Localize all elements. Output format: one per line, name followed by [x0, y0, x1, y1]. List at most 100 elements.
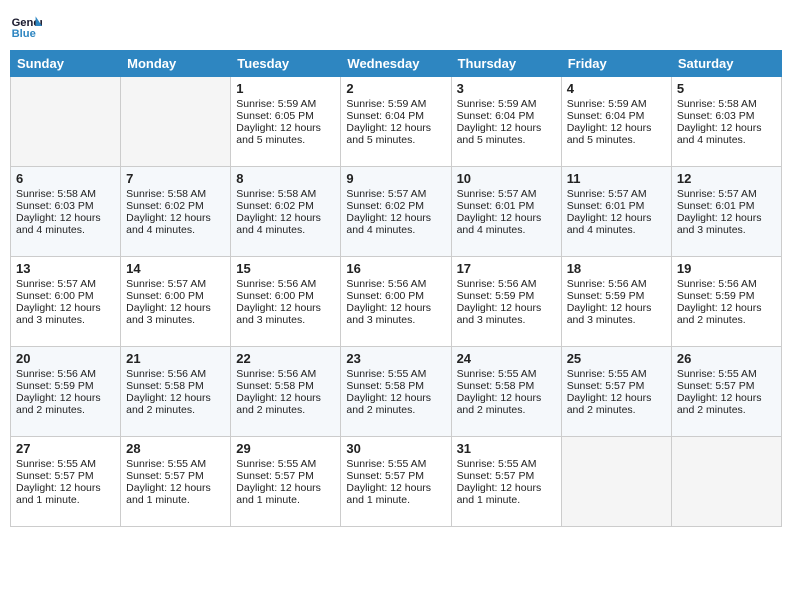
day-info: Sunrise: 5:55 AM: [677, 368, 776, 380]
day-info: Sunset: 5:59 PM: [16, 380, 115, 392]
day-info: Daylight: 12 hours and 4 minutes.: [346, 212, 445, 236]
calendar-cell: 5Sunrise: 5:58 AMSunset: 6:03 PMDaylight…: [671, 77, 781, 167]
day-info: Sunrise: 5:56 AM: [457, 278, 556, 290]
day-number: 28: [126, 441, 225, 456]
calendar-cell: 24Sunrise: 5:55 AMSunset: 5:58 PMDayligh…: [451, 347, 561, 437]
day-number: 25: [567, 351, 666, 366]
day-info: Sunrise: 5:55 AM: [457, 458, 556, 470]
day-info: Daylight: 12 hours and 2 minutes.: [677, 392, 776, 416]
day-info: Sunset: 5:57 PM: [457, 470, 556, 482]
day-number: 30: [346, 441, 445, 456]
calendar-cell: 8Sunrise: 5:58 AMSunset: 6:02 PMDaylight…: [231, 167, 341, 257]
calendar-cell: 16Sunrise: 5:56 AMSunset: 6:00 PMDayligh…: [341, 257, 451, 347]
calendar-cell: 30Sunrise: 5:55 AMSunset: 5:57 PMDayligh…: [341, 437, 451, 527]
day-info: Daylight: 12 hours and 2 minutes.: [236, 392, 335, 416]
day-info: Daylight: 12 hours and 5 minutes.: [346, 122, 445, 146]
day-number: 27: [16, 441, 115, 456]
day-info: Sunset: 6:03 PM: [677, 110, 776, 122]
day-info: Daylight: 12 hours and 5 minutes.: [236, 122, 335, 146]
day-info: Sunrise: 5:56 AM: [236, 368, 335, 380]
day-info: Sunset: 5:58 PM: [346, 380, 445, 392]
day-info: Sunset: 6:04 PM: [567, 110, 666, 122]
day-info: Sunrise: 5:56 AM: [677, 278, 776, 290]
day-info: Sunrise: 5:56 AM: [16, 368, 115, 380]
day-info: Sunset: 6:01 PM: [677, 200, 776, 212]
day-info: Daylight: 12 hours and 3 minutes.: [346, 302, 445, 326]
day-number: 26: [677, 351, 776, 366]
day-number: 12: [677, 171, 776, 186]
day-info: Daylight: 12 hours and 3 minutes.: [236, 302, 335, 326]
day-number: 29: [236, 441, 335, 456]
day-info: Daylight: 12 hours and 4 minutes.: [16, 212, 115, 236]
day-info: Daylight: 12 hours and 2 minutes.: [16, 392, 115, 416]
col-header-tuesday: Tuesday: [231, 51, 341, 77]
week-row-3: 13Sunrise: 5:57 AMSunset: 6:00 PMDayligh…: [11, 257, 782, 347]
day-info: Daylight: 12 hours and 1 minute.: [346, 482, 445, 506]
day-info: Sunrise: 5:58 AM: [16, 188, 115, 200]
day-number: 6: [16, 171, 115, 186]
day-number: 31: [457, 441, 556, 456]
day-info: Sunrise: 5:59 AM: [567, 98, 666, 110]
calendar-cell: 20Sunrise: 5:56 AMSunset: 5:59 PMDayligh…: [11, 347, 121, 437]
day-number: 9: [346, 171, 445, 186]
col-header-thursday: Thursday: [451, 51, 561, 77]
calendar-cell: 15 Sunrise: 5:56 AMSunset: 6:00 PMDayligh…: [231, 257, 341, 347]
day-number: 10: [457, 171, 556, 186]
day-info: Daylight: 12 hours and 4 minutes.: [236, 212, 335, 236]
day-info: Daylight: 12 hours and 1 minute.: [236, 482, 335, 506]
day-info: Sunrise: 5:56 AM: [567, 278, 666, 290]
day-info: Daylight: 12 hours and 1 minute.: [16, 482, 115, 506]
day-info: Sunrise: 5:56 AM: [346, 278, 445, 290]
day-number: 19: [677, 261, 776, 276]
day-info: Sunrise: 5:55 AM: [457, 368, 556, 380]
day-info: Daylight: 12 hours and 2 minutes.: [567, 392, 666, 416]
logo-icon: General Blue: [10, 10, 42, 42]
calendar-cell: 10 Sunrise: 5:57 AMSunset: 6:01 PMDayligh…: [451, 167, 561, 257]
day-info: Sunrise: 5:56 AM: [236, 278, 335, 290]
day-info: Daylight: 12 hours and 4 minutes.: [457, 212, 556, 236]
calendar-cell: 6Sunrise: 5:58 AMSunset: 6:03 PMDaylight…: [11, 167, 121, 257]
day-number: 15: [236, 261, 335, 276]
day-info: Sunset: 5:59 PM: [567, 290, 666, 302]
day-info: Daylight: 12 hours and 3 minutes.: [567, 302, 666, 326]
day-number: 16: [346, 261, 445, 276]
day-info: Sunrise: 5:59 AM: [236, 98, 335, 110]
day-info: Sunset: 6:00 PM: [236, 290, 335, 302]
calendar-cell: 4Sunrise: 5:59 AMSunset: 6:04 PMDaylight…: [561, 77, 671, 167]
day-info: Sunset: 6:02 PM: [236, 200, 335, 212]
day-info: Sunset: 6:05 PM: [236, 110, 335, 122]
day-info: Sunset: 5:58 PM: [236, 380, 335, 392]
day-number: 14: [126, 261, 225, 276]
week-row-4: 20Sunrise: 5:56 AMSunset: 5:59 PMDayligh…: [11, 347, 782, 437]
day-info: Daylight: 12 hours and 4 minutes.: [126, 212, 225, 236]
day-info: Sunrise: 5:57 AM: [457, 188, 556, 200]
day-info: Sunrise: 5:55 AM: [346, 458, 445, 470]
col-header-wednesday: Wednesday: [341, 51, 451, 77]
calendar-cell: 28Sunrise: 5:55 AMSunset: 5:57 PMDayligh…: [121, 437, 231, 527]
day-number: 23: [346, 351, 445, 366]
logo: General Blue: [10, 10, 46, 42]
day-info: Sunset: 6:00 PM: [16, 290, 115, 302]
calendar-cell: 29Sunrise: 5:55 AMSunset: 5:57 PMDayligh…: [231, 437, 341, 527]
day-info: Sunrise: 5:58 AM: [236, 188, 335, 200]
calendar-cell: 17Sunrise: 5:56 AMSunset: 5:59 PMDayligh…: [451, 257, 561, 347]
week-row-2: 6Sunrise: 5:58 AMSunset: 6:03 PMDaylight…: [11, 167, 782, 257]
calendar-cell: 19Sunrise: 5:56 AMSunset: 5:59 PMDayligh…: [671, 257, 781, 347]
calendar-cell: [561, 437, 671, 527]
day-info: Sunset: 6:04 PM: [346, 110, 445, 122]
day-info: Daylight: 12 hours and 2 minutes.: [677, 302, 776, 326]
calendar-cell: 12Sunrise: 5:57 AMSunset: 6:01 PMDayligh…: [671, 167, 781, 257]
col-header-sunday: Sunday: [11, 51, 121, 77]
day-info: Sunrise: 5:59 AM: [457, 98, 556, 110]
day-info: Daylight: 12 hours and 1 minute.: [457, 482, 556, 506]
calendar-cell: 7Sunrise: 5:58 AMSunset: 6:02 PMDaylight…: [121, 167, 231, 257]
day-number: 1: [236, 81, 335, 96]
day-info: Sunrise: 5:57 AM: [126, 278, 225, 290]
day-number: 3: [457, 81, 556, 96]
day-info: Sunset: 5:59 PM: [457, 290, 556, 302]
day-info: Sunset: 5:58 PM: [457, 380, 556, 392]
day-info: Sunset: 6:02 PM: [346, 200, 445, 212]
day-info: Sunset: 6:01 PM: [457, 200, 556, 212]
day-info: Sunset: 6:04 PM: [457, 110, 556, 122]
calendar-cell: 3Sunrise: 5:59 AMSunset: 6:04 PMDaylight…: [451, 77, 561, 167]
